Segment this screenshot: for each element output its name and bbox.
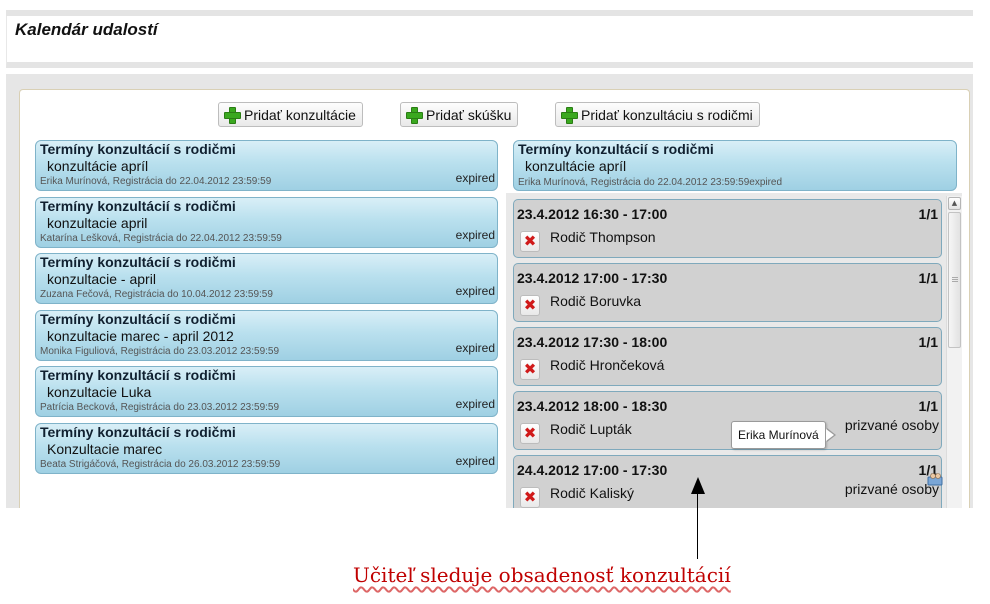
event-meta: Zuzana Fečová, Registrácia do 10.04.2012… [40,289,273,300]
parent-name: Rodič Boruvka [550,293,642,309]
slot-time: 23.4.2012 17:00 - 17:30 [517,270,668,286]
event-meta: Beata Strigáčová, Registrácia do 26.03.2… [40,459,281,470]
x-icon: ✖ [523,424,537,442]
time-slot: 23.4.2012 17:00 - 17:30 1/1 ✖ Rodič Boru… [513,263,942,322]
event-name: konzultacie Luka [47,384,152,400]
event-title: Termíny konzultácií s rodičmi [40,367,236,383]
event-card[interactable]: Termíny konzultácií s rodičmi konzultaci… [35,366,498,417]
remove-booking-button[interactable]: ✖ [520,423,540,444]
event-card[interactable]: Termíny konzultácií s rodičmi konzultáci… [35,140,498,191]
add-exam-label: Pridať skúšku [426,106,512,123]
add-parent-consultation-label: Pridať konzultáciu s rodičmi [581,106,753,123]
time-slot-list[interactable]: 23.4.2012 16:30 - 17:00 1/1 ✖ Rodič Thom… [506,193,962,508]
event-status: expired [455,284,495,298]
plus-icon [223,106,241,124]
add-exam-button[interactable]: Pridať skúšku [400,102,519,127]
header-panel: Kalendár udalostí [6,16,973,68]
slot-time: 23.4.2012 17:30 - 18:00 [517,334,668,350]
event-title: Termíny konzultácií s rodičmi [40,254,236,270]
event-meta: Katarína Lešková, Registrácia do 22.04.2… [40,233,282,244]
slot-count: 1/1 [918,206,938,222]
slot-list-scrollbar[interactable]: ▲ [946,196,962,508]
parent-name: Rodič Thompson [550,229,656,245]
event-meta: Patrícia Becková, Registrácia do 23.03.2… [40,402,280,413]
parent-name: Rodič Lupták [550,421,632,437]
event-status: expired [455,171,495,185]
event-name: konzultacie april [47,215,148,231]
grip-icon [952,277,958,282]
slot-count: 1/1 [918,398,938,414]
time-slot: 23.4.2012 18:00 - 18:30 1/1 ✖ Rodič Lupt… [513,391,942,450]
event-meta: Erika Murínová, Registrácia do 22.04.201… [518,177,783,188]
slot-time: 23.4.2012 16:30 - 17:00 [517,206,668,222]
add-parent-consultation-button[interactable]: Pridať konzultáciu s rodičmi [555,102,760,127]
event-meta: Monika Figuliová, Registrácia do 23.03.2… [40,346,280,357]
people-icon[interactable] [927,472,943,486]
slot-count: 1/1 [918,270,938,286]
page-title: Kalendár udalostí [15,20,158,39]
parent-name: Rodič Kaliský [550,485,635,501]
time-slot: 24.4.2012 17:00 - 17:30 1/1 ✖ Rodič Kali… [513,455,943,508]
remove-booking-button[interactable]: ✖ [520,295,540,316]
author-tooltip: Erika Murínová [731,421,826,449]
event-title: Termíny konzultácií s rodičmi [518,141,714,157]
event-title: Termíny konzultácií s rodičmi [40,198,236,214]
plus-icon [560,106,578,124]
event-status: expired [455,228,495,242]
event-status: expired [455,341,495,355]
plus-icon [405,106,423,124]
event-card[interactable]: Termíny konzultácií s rodičmi Konzultaci… [35,423,498,474]
annotation-arrow-line [697,492,698,559]
event-card[interactable]: Termíny konzultácií s rodičmi konzultaci… [35,253,498,304]
time-slot: 23.4.2012 17:30 - 18:00 1/1 ✖ Rodič Hron… [513,327,942,386]
event-title: Termíny konzultácií s rodičmi [40,311,236,327]
invited-people-link[interactable]: prizvané osoby [845,417,939,433]
event-card[interactable]: Termíny konzultácií s rodičmi konzultaci… [35,310,498,361]
x-icon: ✖ [523,232,537,250]
event-card[interactable]: Termíny konzultácií s rodičmi konzultaci… [35,197,498,248]
annotation-caption: Učiteľ sleduje obsadenosť konzultácií [353,563,731,587]
event-title: Termíny konzultácií s rodičmi [40,141,236,157]
parent-name: Rodič Hrončeková [550,357,665,373]
x-icon: ✖ [523,360,537,378]
x-icon: ✖ [523,296,537,314]
app-root: Kalendár udalostí Pridať konzultácie Pri… [0,0,990,604]
event-name: konzultácie apríl [525,158,627,174]
event-name: konzultácie apríl [47,158,149,174]
tooltip-arrow [826,429,834,441]
event-status: expired [455,397,495,411]
event-name: konzultacie - april [47,271,156,287]
scroll-thumb[interactable] [948,212,961,348]
event-title: Termíny konzultácií s rodičmi [40,424,236,440]
event-status: expired [455,454,495,468]
event-name: Konzultacie marec [47,441,163,457]
remove-booking-button[interactable]: ✖ [520,359,540,380]
event-name: konzultacie marec - april 2012 [47,328,234,344]
add-consultation-label: Pridať konzultácie [244,106,356,123]
slot-count: 1/1 [918,334,938,350]
slot-time: 24.4.2012 17:00 - 17:30 [517,462,668,478]
add-consultation-button[interactable]: Pridať konzultácie [218,102,363,127]
remove-booking-button[interactable]: ✖ [520,231,540,252]
annotation-arrow-head [691,477,705,494]
chevron-up-icon[interactable]: ▲ [948,197,961,210]
x-icon: ✖ [523,488,537,506]
slot-time: 23.4.2012 18:00 - 18:30 [517,398,668,414]
event-meta: Erika Murínová, Registrácia do 22.04.201… [40,176,272,187]
remove-booking-button[interactable]: ✖ [520,487,540,508]
invited-people-link[interactable]: prizvané osoby [845,481,939,497]
time-slot: 23.4.2012 16:30 - 17:00 1/1 ✖ Rodič Thom… [513,199,942,258]
selected-event-card: Termíny konzultácií s rodičmi konzultáci… [513,140,957,191]
